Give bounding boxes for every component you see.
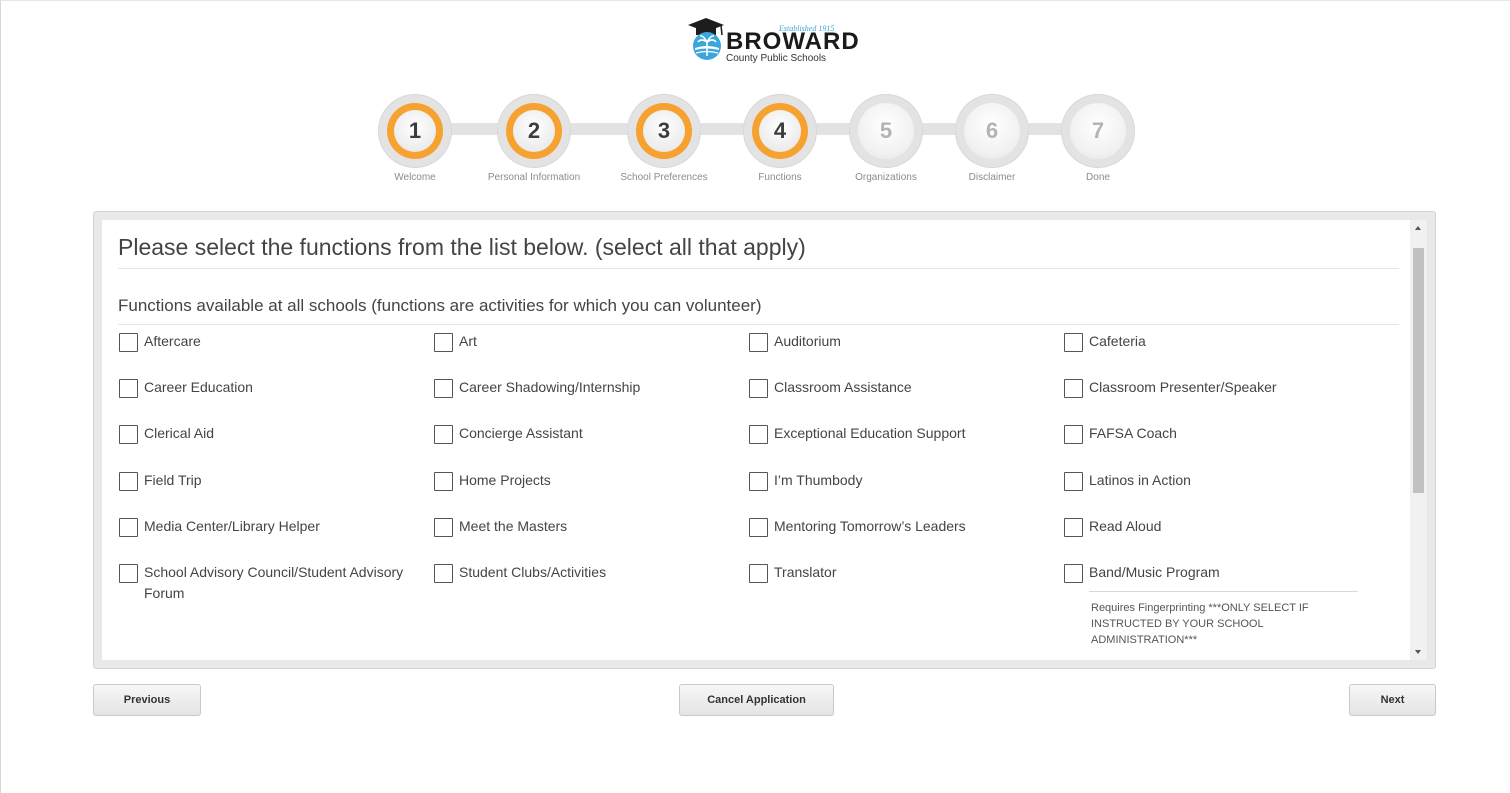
checkbox-label[interactable]: Concierge Assistant xyxy=(459,423,724,444)
step-7-done: 7 xyxy=(1061,94,1135,168)
graduation-cap-palm-icon xyxy=(688,18,724,60)
checkbox-label[interactable]: Auditorium xyxy=(774,331,1039,352)
checkbox[interactable] xyxy=(749,472,768,491)
step-4-functions: 4 xyxy=(743,94,817,168)
checkbox-label[interactable]: Band/Music Program xyxy=(1089,562,1354,583)
checkbox-label[interactable]: Latinos in Action xyxy=(1089,470,1354,491)
checkbox[interactable] xyxy=(1064,564,1083,583)
checkbox-label[interactable]: FAFSA Coach xyxy=(1089,423,1354,444)
divider xyxy=(118,324,1399,325)
scroll-up-arrow-icon[interactable] xyxy=(1410,220,1427,237)
checkbox-label[interactable]: Clerical Aid xyxy=(144,423,409,444)
logo-subtitle: County Public Schools xyxy=(726,53,827,64)
checkbox-label[interactable]: Aftercare xyxy=(144,331,409,352)
checkbox[interactable] xyxy=(749,333,768,352)
checkbox[interactable] xyxy=(749,518,768,537)
fingerprinting-note: Requires Fingerprinting ***ONLY SELECT I… xyxy=(1091,602,1309,646)
functions-scroll-area[interactable]: Please select the functions from the lis… xyxy=(102,220,1427,660)
checkbox-label[interactable]: Media Center/Library Helper xyxy=(144,516,409,537)
step-1-welcome: 1 xyxy=(378,94,452,168)
section-title: Functions available at all schools (func… xyxy=(118,296,762,315)
checkbox-label[interactable]: Classroom Assistance xyxy=(774,377,1039,398)
checkbox[interactable] xyxy=(119,472,138,491)
divider xyxy=(1089,591,1358,592)
checkbox[interactable] xyxy=(1064,333,1083,352)
checkbox[interactable] xyxy=(1064,425,1083,444)
checkbox[interactable] xyxy=(434,472,453,491)
scroll-down-arrow-icon[interactable] xyxy=(1410,643,1427,660)
checkbox-label[interactable]: Classroom Presenter/Speaker xyxy=(1089,377,1354,398)
checkbox-label[interactable]: Exceptional Education Support xyxy=(774,423,1039,444)
checkbox-label[interactable]: Mentoring Tomorrow’s Leaders xyxy=(774,516,1039,537)
checkbox[interactable] xyxy=(119,333,138,352)
checkbox[interactable] xyxy=(119,564,138,583)
step-3-school-preferences: 3 xyxy=(627,94,701,168)
checkbox-label[interactable]: Cafeteria xyxy=(1089,331,1354,352)
checkbox[interactable] xyxy=(434,333,453,352)
functions-panel: Please select the functions from the lis… xyxy=(93,211,1436,669)
checkbox-label[interactable]: Translator xyxy=(774,562,1039,583)
logo-wordmark: BROWARD xyxy=(726,28,860,55)
checkbox-label[interactable]: Read Aloud xyxy=(1089,516,1354,537)
checkbox-label[interactable]: Meet the Masters xyxy=(459,516,724,537)
checkbox-label[interactable]: I’m Thumbody xyxy=(774,470,1039,491)
previous-button[interactable]: Previous xyxy=(93,684,201,716)
progress-stepper: 1 Welcome 2 Personal Information 3 Schoo… xyxy=(0,92,1510,192)
checkbox[interactable] xyxy=(434,425,453,444)
checkbox[interactable] xyxy=(434,379,453,398)
checkbox-label[interactable]: Career Education xyxy=(144,377,409,398)
checkbox[interactable] xyxy=(434,518,453,537)
step-6-disclaimer: 6 xyxy=(955,94,1029,168)
step-5-organizations: 5 xyxy=(849,94,923,168)
vertical-scrollbar[interactable] xyxy=(1410,220,1427,660)
page-title: Please select the functions from the lis… xyxy=(118,234,806,260)
checkbox[interactable] xyxy=(749,564,768,583)
next-button[interactable]: Next xyxy=(1349,684,1436,716)
checkbox[interactable] xyxy=(749,425,768,444)
checkbox[interactable] xyxy=(119,518,138,537)
checkbox-label[interactable]: Career Shadowing/Internship xyxy=(459,377,724,398)
step-2-personal-information: 2 xyxy=(497,94,571,168)
checkbox[interactable] xyxy=(749,379,768,398)
checkbox[interactable] xyxy=(434,564,453,583)
checkbox[interactable] xyxy=(119,425,138,444)
checkbox[interactable] xyxy=(1064,472,1083,491)
checkbox-label[interactable]: School Advisory Council/Student Advisory… xyxy=(144,562,409,604)
checkbox-label[interactable]: Art xyxy=(459,331,724,352)
broward-logo: Established 1915 BROWARD County Public S… xyxy=(684,16,859,64)
step-label-done: Done xyxy=(1086,172,1110,183)
scrollbar-thumb[interactable] xyxy=(1413,248,1424,493)
checkbox-label[interactable]: Field Trip xyxy=(144,470,409,491)
checkbox-label[interactable]: Student Clubs/Activities xyxy=(459,562,724,583)
checkbox[interactable] xyxy=(119,379,138,398)
checkbox[interactable] xyxy=(1064,518,1083,537)
divider xyxy=(118,268,1399,269)
checkbox-label[interactable]: Home Projects xyxy=(459,470,724,491)
cancel-application-button[interactable]: Cancel Application xyxy=(679,684,834,716)
checkbox[interactable] xyxy=(1064,379,1083,398)
